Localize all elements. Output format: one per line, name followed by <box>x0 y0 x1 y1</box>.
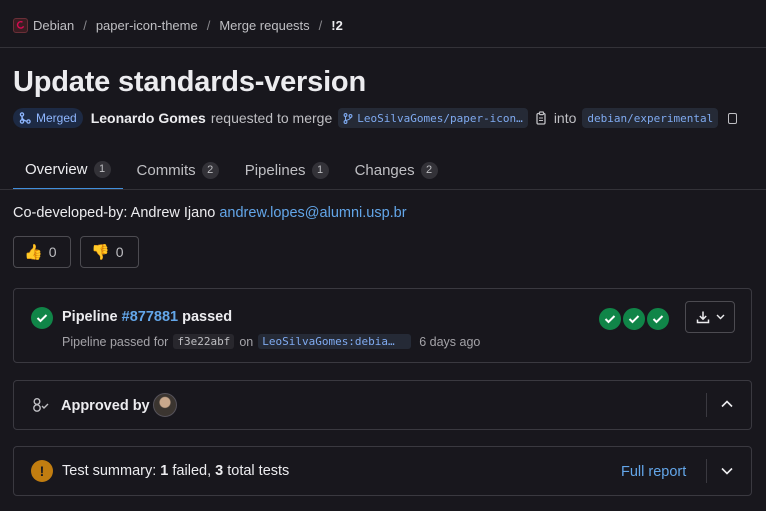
stage-passed-icon[interactable] <box>621 306 647 332</box>
breadcrumb-group-link[interactable]: Debian <box>33 18 74 33</box>
pipeline-label: Pipeline <box>62 309 118 325</box>
author-link[interactable]: Leonardo Gomes <box>91 110 206 126</box>
merge-action-text: requested to merge <box>210 110 333 126</box>
breadcrumb-separator: / <box>83 17 87 33</box>
target-branch-link[interactable]: debian/experimental <box>582 108 719 128</box>
tab-commits[interactable]: Commits 2 <box>125 150 231 190</box>
breadcrumb-project-link[interactable]: paper-icon-theme <box>96 18 198 33</box>
avatar[interactable] <box>153 393 177 417</box>
commit-sha-link[interactable]: f3e22abf <box>173 334 235 349</box>
tab-label: Commits <box>136 161 196 179</box>
breadcrumb-current[interactable]: !2 <box>331 18 343 33</box>
test-total-label: total tests <box>223 463 290 479</box>
pipeline-on-text: on <box>239 334 254 349</box>
copy-branch-icon[interactable] <box>536 111 548 125</box>
mr-description: Co-developed-by: Andrew Ijano andrew.lop… <box>13 205 407 221</box>
pipeline-subtitle: Pipeline passed for f3e22abf on LeoSilva… <box>62 334 480 349</box>
chevron-up-icon <box>721 400 733 408</box>
pipeline-title: Pipeline #877881 passed <box>62 309 232 325</box>
pipeline-stages <box>597 306 677 332</box>
tab-count: 1 <box>311 161 329 179</box>
source-branch-label: LeoSilvaGomes/paper-icon… <box>357 111 523 125</box>
test-failed-label: failed, <box>168 463 216 479</box>
pipeline-time: 6 days ago <box>419 334 481 349</box>
tab-label: Changes <box>354 161 415 179</box>
status-badge: Merged <box>13 108 83 128</box>
divider <box>706 459 707 483</box>
thumbsup-icon: 👍 <box>24 244 43 261</box>
tab-label: Overview <box>25 160 88 178</box>
tab-label: Pipelines <box>244 161 306 179</box>
breadcrumb-separator: / <box>318 17 323 33</box>
page-title: Update standards-version <box>13 66 366 98</box>
full-report-link[interactable]: Full report <box>621 464 686 480</box>
thumbsdown-icon: 👎 <box>91 244 110 261</box>
divider <box>706 393 707 417</box>
thumbsdown-count: 0 <box>115 244 124 260</box>
debian-logo-icon[interactable] <box>13 17 28 33</box>
mr-meta: Merged Leonardo Gomes requested to merge… <box>13 108 738 128</box>
approvals-label: Approved by <box>61 398 150 414</box>
approvals-widget: Approved by <box>13 380 752 430</box>
expand-tests-button[interactable] <box>720 464 734 481</box>
tab-changes[interactable]: Changes 2 <box>343 150 450 190</box>
pipeline-status-text: passed <box>182 309 233 325</box>
pipeline-widget: Pipeline #877881 passed Pipeline passed … <box>13 288 752 363</box>
warning-icon: ! <box>31 460 53 482</box>
pipeline-status-icon[interactable] <box>31 307 53 329</box>
tabs-divider <box>0 189 766 190</box>
description-email-link[interactable]: andrew.lopes@alumni.usp.br <box>219 205 406 221</box>
tab-pipelines[interactable]: Pipelines 1 <box>233 150 341 190</box>
source-branch-link[interactable]: LeoSilvaGomes/paper-icon… <box>338 108 528 128</box>
copy-target-branch-icon[interactable] <box>728 112 738 124</box>
pipeline-id-link[interactable]: #877881 <box>122 309 178 325</box>
download-artifacts-button[interactable] <box>685 301 735 333</box>
breadcrumb: Debian / paper-icon-theme / Merge reques… <box>13 16 343 34</box>
pipeline-branch-link[interactable]: LeoSilvaGomes:debia… <box>258 334 412 349</box>
into-text: into <box>553 110 577 126</box>
status-badge-label: Merged <box>36 111 77 125</box>
merge-icon <box>19 112 31 124</box>
pipeline-sub-prefix: Pipeline passed for <box>62 334 169 349</box>
thumbsup-count: 0 <box>48 244 57 260</box>
approval-icon <box>32 397 50 416</box>
download-icon <box>696 311 709 324</box>
test-total-count: 3 <box>215 463 224 479</box>
tab-count: 2 <box>201 161 219 179</box>
branch-icon <box>343 112 353 124</box>
stage-passed-icon[interactable] <box>645 306 671 332</box>
test-summary-widget: ! Test summary: 1 failed, 3 total tests … <box>13 446 752 496</box>
breadcrumb-separator: / <box>206 17 211 33</box>
test-summary-text: Test summary: 1 failed, 3 total tests <box>62 463 289 479</box>
breadcrumb-section-link[interactable]: Merge requests <box>219 18 309 33</box>
chevron-down-icon <box>716 314 724 320</box>
chevron-down-icon <box>721 467 733 475</box>
description-text: Co-developed-by: Andrew Ijano <box>13 205 220 221</box>
tab-overview[interactable]: Overview 1 <box>13 150 123 190</box>
stage-passed-icon[interactable] <box>597 306 623 332</box>
thumbsup-button[interactable]: 👍 0 <box>13 236 71 268</box>
tab-count: 1 <box>93 160 111 178</box>
collapse-approvals-button[interactable] <box>720 397 734 414</box>
header-divider <box>0 47 766 48</box>
mr-tabs: Overview 1 Commits 2 Pipelines 1 Changes… <box>13 150 452 190</box>
test-summary-label: Test summary: <box>62 463 161 479</box>
tab-count: 2 <box>420 161 438 179</box>
thumbsdown-button[interactable]: 👎 0 <box>80 236 139 268</box>
